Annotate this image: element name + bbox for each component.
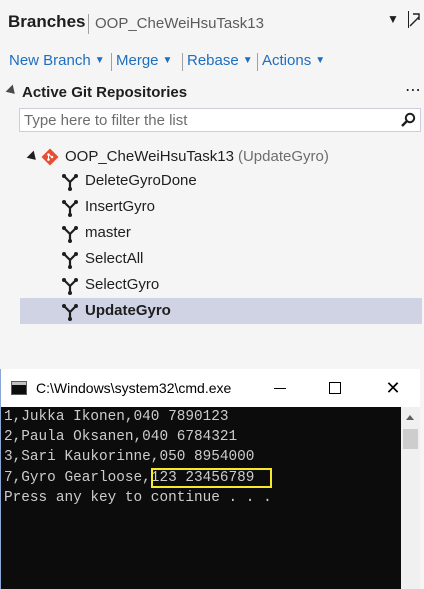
filter-box: [19, 108, 421, 132]
branch-item[interactable]: DeleteGyroDone: [20, 168, 422, 194]
title-divider: [88, 14, 89, 34]
branch-label: SelectAll: [85, 250, 144, 267]
window-title: C:\Windows\system32\cmd.exe: [36, 380, 232, 396]
branch-label: InsertGyro: [85, 198, 156, 215]
console-line: 3,Sari Kaukorinne,050 8954000: [4, 449, 255, 465]
new-branch-button[interactable]: New Branch ▼: [9, 52, 105, 69]
chevron-down-icon: ▼: [315, 55, 326, 66]
expand-triangle-icon[interactable]: [26, 150, 40, 164]
branch-icon: [61, 173, 79, 191]
rebase-button[interactable]: Rebase ▼: [187, 52, 253, 69]
branch-icon: [61, 277, 79, 295]
filter-input[interactable]: [24, 111, 394, 129]
console-line: 2,Paula Oksanen,040 6784321: [4, 429, 238, 445]
action-bar: New Branch ▼ Merge ▼ Rebase ▼ Actions ▼: [0, 50, 424, 72]
console-line: 1,Jukka Ikonen,040 7890123: [4, 409, 229, 425]
merge-button[interactable]: Merge ▼: [116, 52, 172, 69]
team-explorer-panel: Branches OOP_CheWeiHsuTask13 ▼ New Branc…: [0, 0, 424, 368]
chevron-down-icon: ▼: [242, 55, 253, 66]
branch-label: DeleteGyroDone: [85, 172, 197, 189]
branch-item[interactable]: SelectAll: [20, 246, 422, 272]
vertical-scrollbar[interactable]: [401, 407, 420, 589]
collapse-triangle-icon[interactable]: [5, 84, 19, 98]
repository-label: OOP_CheWeiHsuTask13 (UpdateGyro): [65, 148, 329, 165]
merge-label: Merge: [116, 52, 159, 69]
close-button[interactable]: ✕: [379, 377, 407, 399]
console-output: 1,Jukka Ikonen,040 7890123 2,Paula Oksan…: [1, 407, 401, 589]
cmd-window: C:\Windows\system32\cmd.exe ✕ 1,Jukka Ik…: [0, 369, 420, 589]
branch-item[interactable]: SelectGyro: [20, 272, 422, 298]
page-title: Branches: [8, 12, 86, 31]
actions-button[interactable]: Actions ▼: [262, 52, 325, 69]
branch-icon: [61, 303, 79, 321]
repository-name: OOP_CheWeiHsuTask13: [65, 148, 234, 165]
branch-label: master: [85, 224, 131, 241]
current-branch-label: (UpdateGyro): [237, 148, 329, 165]
scroll-up-arrow-icon[interactable]: [401, 407, 420, 427]
more-options-icon[interactable]: ⋯: [405, 80, 422, 100]
scrollbar-thumb[interactable]: [403, 429, 418, 449]
branch-icon: [61, 251, 79, 269]
caret-down-icon[interactable]: ▼: [387, 12, 399, 26]
search-icon[interactable]: [400, 112, 416, 128]
actions-label: Actions: [262, 52, 312, 69]
branch-label: UpdateGyro: [85, 302, 171, 319]
branch-icon: [61, 225, 79, 243]
cmd-titlebar[interactable]: C:\Windows\system32\cmd.exe ✕: [1, 369, 420, 407]
pin-icon[interactable]: [406, 8, 422, 30]
rebase-label: Rebase: [187, 52, 239, 69]
section-header[interactable]: Active Git Repositories ⋯: [0, 82, 424, 104]
panel-header: Branches OOP_CheWeiHsuTask13 ▼: [0, 0, 424, 46]
branch-item[interactable]: InsertGyro: [20, 194, 422, 220]
action-divider: [257, 53, 258, 71]
repository-item[interactable]: OOP_CheWeiHsuTask13 (UpdateGyro): [0, 144, 424, 168]
branch-item-selected[interactable]: UpdateGyro: [20, 298, 422, 324]
section-title: Active Git Repositories: [22, 84, 188, 101]
maximize-button[interactable]: [322, 377, 350, 399]
branch-label: SelectGyro: [85, 276, 160, 293]
action-divider: [111, 53, 112, 71]
new-branch-label: New Branch: [9, 52, 91, 69]
action-divider: [182, 53, 183, 71]
highlight-box: [151, 468, 272, 488]
console-icon: [11, 381, 27, 395]
repo-subtitle: OOP_CheWeiHsuTask13: [95, 15, 264, 32]
console-line: Press any key to continue . . .: [4, 490, 272, 506]
chevron-down-icon: ▼: [162, 55, 173, 66]
branch-item[interactable]: master: [20, 220, 422, 246]
git-repo-icon: [41, 148, 59, 166]
branch-icon: [61, 199, 79, 217]
minimize-button[interactable]: [267, 377, 295, 399]
chevron-down-icon: ▼: [94, 55, 105, 66]
